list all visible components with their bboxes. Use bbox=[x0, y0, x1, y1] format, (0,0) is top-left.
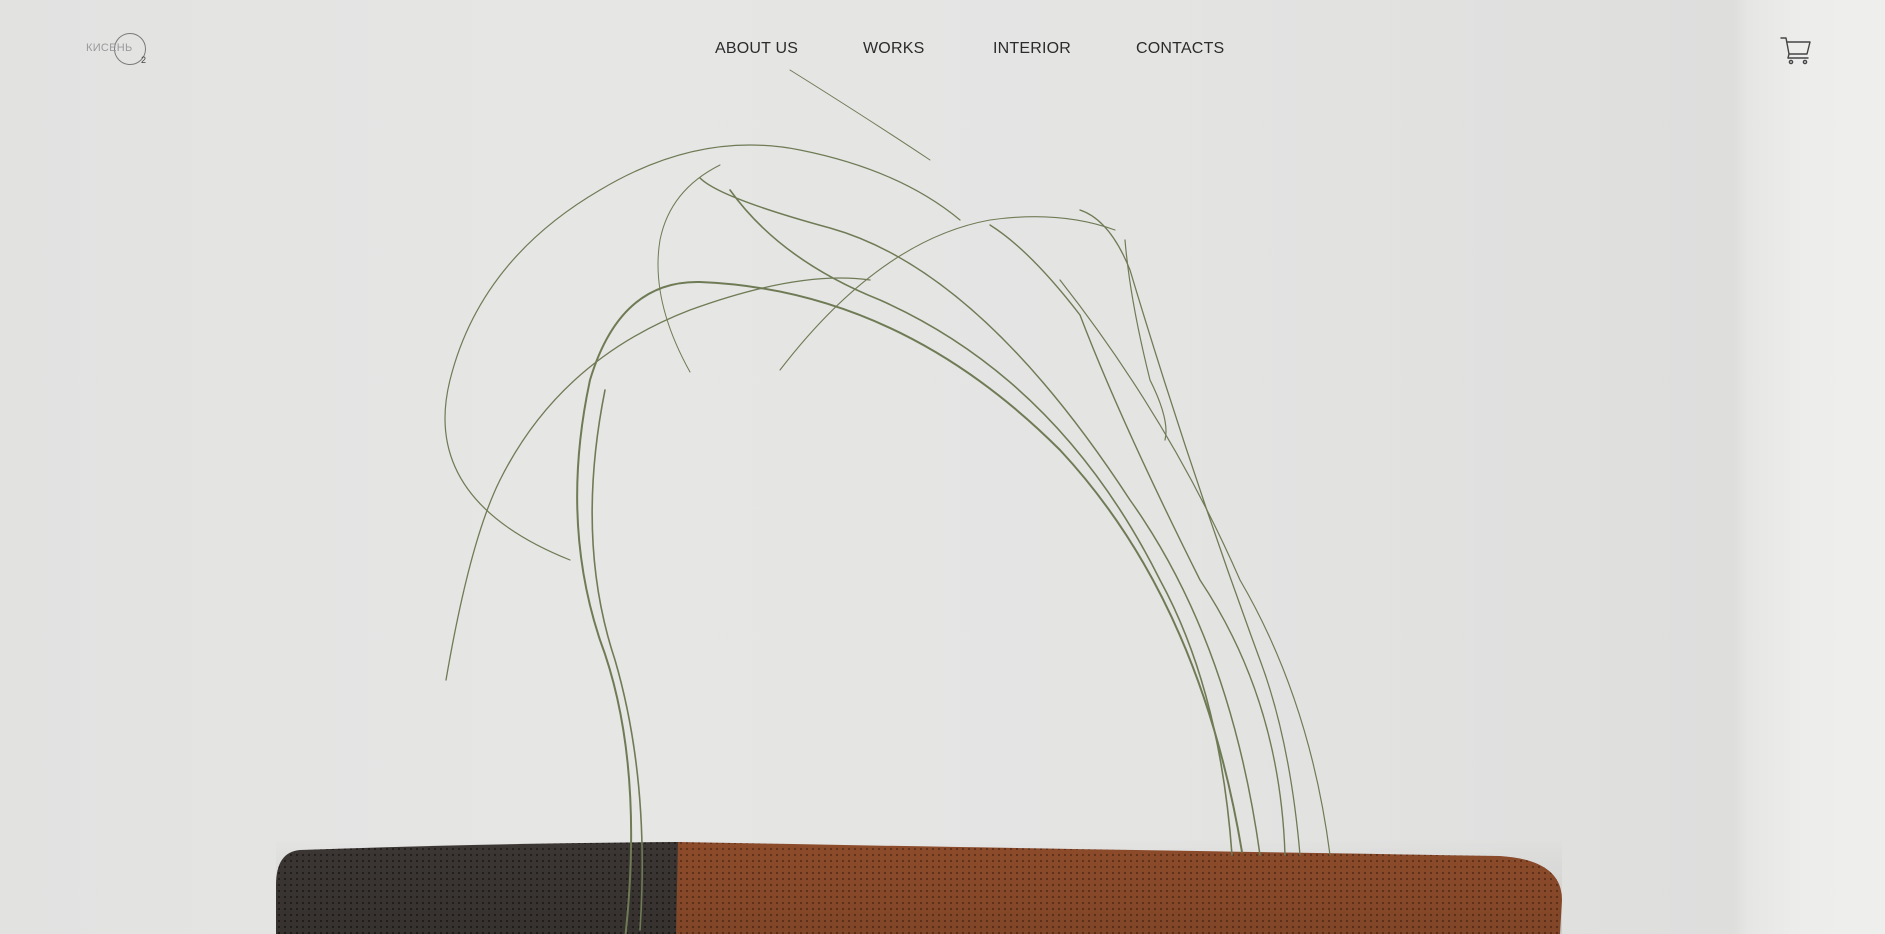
site-header: КИСЕНЬ 2 ABOUT US WORKS INTERIOR CONTACT… bbox=[0, 0, 1885, 100]
logo-subscript: 2 bbox=[141, 55, 147, 65]
grass-stems bbox=[444, 69, 1331, 934]
nav-about-us[interactable]: ABOUT US bbox=[715, 40, 798, 58]
hero-image bbox=[276, 69, 1562, 934]
shopping-cart-icon[interactable] bbox=[1779, 34, 1813, 66]
logo-text: КИСЕНЬ bbox=[86, 42, 133, 54]
nav-interior[interactable]: INTERIOR bbox=[993, 40, 1071, 58]
nav-works[interactable]: WORKS bbox=[863, 40, 924, 58]
hero-photo bbox=[0, 0, 1885, 934]
site-logo[interactable]: КИСЕНЬ 2 bbox=[84, 31, 154, 71]
nav-contacts[interactable]: CONTACTS bbox=[1136, 40, 1224, 58]
